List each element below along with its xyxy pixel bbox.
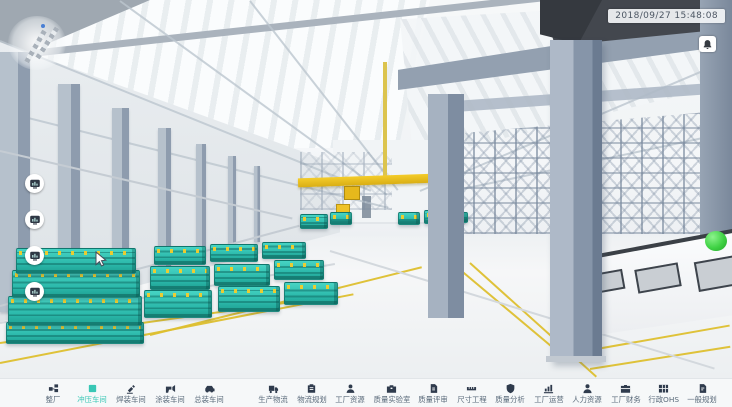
scene-3d-viewport[interactable]: [0, 0, 732, 378]
resource-icon: [345, 383, 356, 394]
dashboard-icon: [29, 250, 41, 262]
module-general-planning-label: 一般规划: [688, 395, 717, 403]
grid-icon: [658, 383, 669, 394]
module-general-planning[interactable]: 一般规划: [685, 383, 719, 404]
dashboard-icon: [29, 178, 41, 190]
module-factory-operations[interactable]: 工厂运营: [532, 383, 566, 404]
machine-block: [218, 286, 280, 312]
toolbox-icon: [386, 383, 397, 394]
ruler-icon: [466, 383, 477, 394]
module-factory-finance-label: 工厂财务: [611, 395, 640, 403]
module-logistics-planning-label: 物流规划: [297, 395, 326, 403]
plan-icon: [697, 383, 708, 394]
module-dimensional-engineering-label: 尺寸工程: [457, 395, 486, 403]
module-human-resources-label: 人力资源: [572, 395, 601, 403]
module-quality-lab[interactable]: 质量实验室: [372, 383, 412, 404]
mouse-cursor: [95, 251, 109, 267]
module-logistics-planning[interactable]: 物流规划: [295, 383, 329, 404]
machine-block: [300, 214, 328, 229]
truck-icon: [268, 383, 279, 394]
module-quality-lab-label: 质量实验室: [373, 395, 410, 403]
dashboard-icon: [29, 214, 41, 226]
module-factory-resources-label: 工厂资源: [336, 395, 365, 403]
tab-welding-shop[interactable]: 焊装车间: [114, 383, 148, 404]
timestamp: 2018/09/27 15:48:08: [608, 9, 725, 23]
module-quality-analysis[interactable]: 质量分析: [493, 383, 527, 404]
document-icon: [428, 383, 439, 394]
module-quality-analysis-label: 质量分析: [495, 395, 524, 403]
workshop-group: 整厂 冲压车间 焊装车间 涂装车间 总装车间: [36, 383, 226, 404]
machine-block: [398, 212, 420, 225]
dashboard-button-1[interactable]: [25, 174, 44, 193]
steel-column-foreground: [550, 40, 602, 362]
bell-icon[interactable]: [699, 36, 716, 52]
chart-icon: [543, 383, 554, 394]
light-flare: [8, 16, 66, 70]
module-production-logistics[interactable]: 生产物流: [256, 383, 290, 404]
module-factory-finance[interactable]: 工厂财务: [609, 383, 643, 404]
stamping-icon: [87, 383, 98, 394]
module-factory-resources[interactable]: 工厂资源: [333, 383, 367, 404]
machine-block: [8, 296, 142, 326]
steel-column: [254, 166, 260, 242]
machine-block: [214, 264, 270, 286]
machine-block: [262, 242, 306, 259]
tab-assembly-shop-label: 总装车间: [194, 395, 223, 403]
dashboard-button-3[interactable]: [25, 246, 44, 265]
machine-block: [150, 266, 210, 290]
bottom-toolbar: 整厂 冲压车间 焊装车间 涂装车间 总装车间 生产物流 物流规划 工厂资源质量实验室 质量评审…: [0, 378, 732, 407]
dashboard-button-4[interactable]: [25, 282, 44, 301]
person-icon: [582, 383, 593, 394]
crane-mast: [383, 62, 387, 178]
tab-assembly-shop[interactable]: 总装车间: [192, 383, 226, 404]
module-quality-review[interactable]: 质量评审: [416, 383, 450, 404]
assembly-icon: [204, 383, 215, 394]
tab-stamping-shop[interactable]: 冲压车间: [75, 383, 109, 404]
machine-block: [274, 260, 324, 280]
tab-whole-plant[interactable]: 整厂: [36, 383, 70, 404]
status-sphere-green: [705, 231, 727, 251]
module-production-logistics-label: 生产物流: [259, 395, 288, 403]
module-quality-review-label: 质量评审: [419, 395, 448, 403]
machine-block: [144, 290, 212, 318]
dashboard-icon: [29, 286, 41, 298]
clipboard-icon: [306, 383, 317, 394]
column-base: [546, 356, 606, 362]
module-admin-ohs-label: 行政OHS: [649, 395, 680, 403]
tab-painting-shop-label: 涂装车间: [155, 395, 184, 403]
steel-column: [196, 144, 206, 256]
tab-welding-shop-label: 焊装车间: [116, 395, 145, 403]
painting-icon: [165, 383, 176, 394]
tab-painting-shop[interactable]: 涂装车间: [153, 383, 187, 404]
dashboard-button-2[interactable]: [25, 210, 44, 229]
shield-icon: [505, 383, 516, 394]
machine-block: [330, 212, 352, 225]
steel-column: [428, 94, 464, 318]
tab-whole-plant-label: 整厂: [46, 395, 61, 403]
machine-block: [154, 246, 206, 265]
module-groups: 生产物流 物流规划 工厂资源质量实验室 质量评审 尺寸工程 质量分析 工厂运营 人力资源 工厂财…: [252, 383, 724, 404]
module-factory-operations-label: 工厂运营: [534, 395, 563, 403]
briefcase-icon: [620, 383, 631, 394]
module-admin-ohs[interactable]: 行政OHS: [647, 383, 681, 404]
machine-block: [210, 244, 258, 262]
app-window: 2018/09/27 15:48:08 整厂 冲压车间 焊装车间 涂装车间 总装车间 生…: [0, 0, 732, 407]
bell-icon: [702, 39, 713, 50]
crane-hoist: [344, 186, 360, 200]
tab-stamping-shop-label: 冲压车间: [77, 395, 106, 403]
plant-layout-icon: [48, 383, 59, 394]
machine-block: [284, 282, 338, 305]
module-dimensional-engineering[interactable]: 尺寸工程: [455, 383, 489, 404]
module-human-resources[interactable]: 人力资源: [570, 383, 604, 404]
pole-tip-light: [41, 24, 45, 28]
welding-icon: [126, 383, 137, 394]
